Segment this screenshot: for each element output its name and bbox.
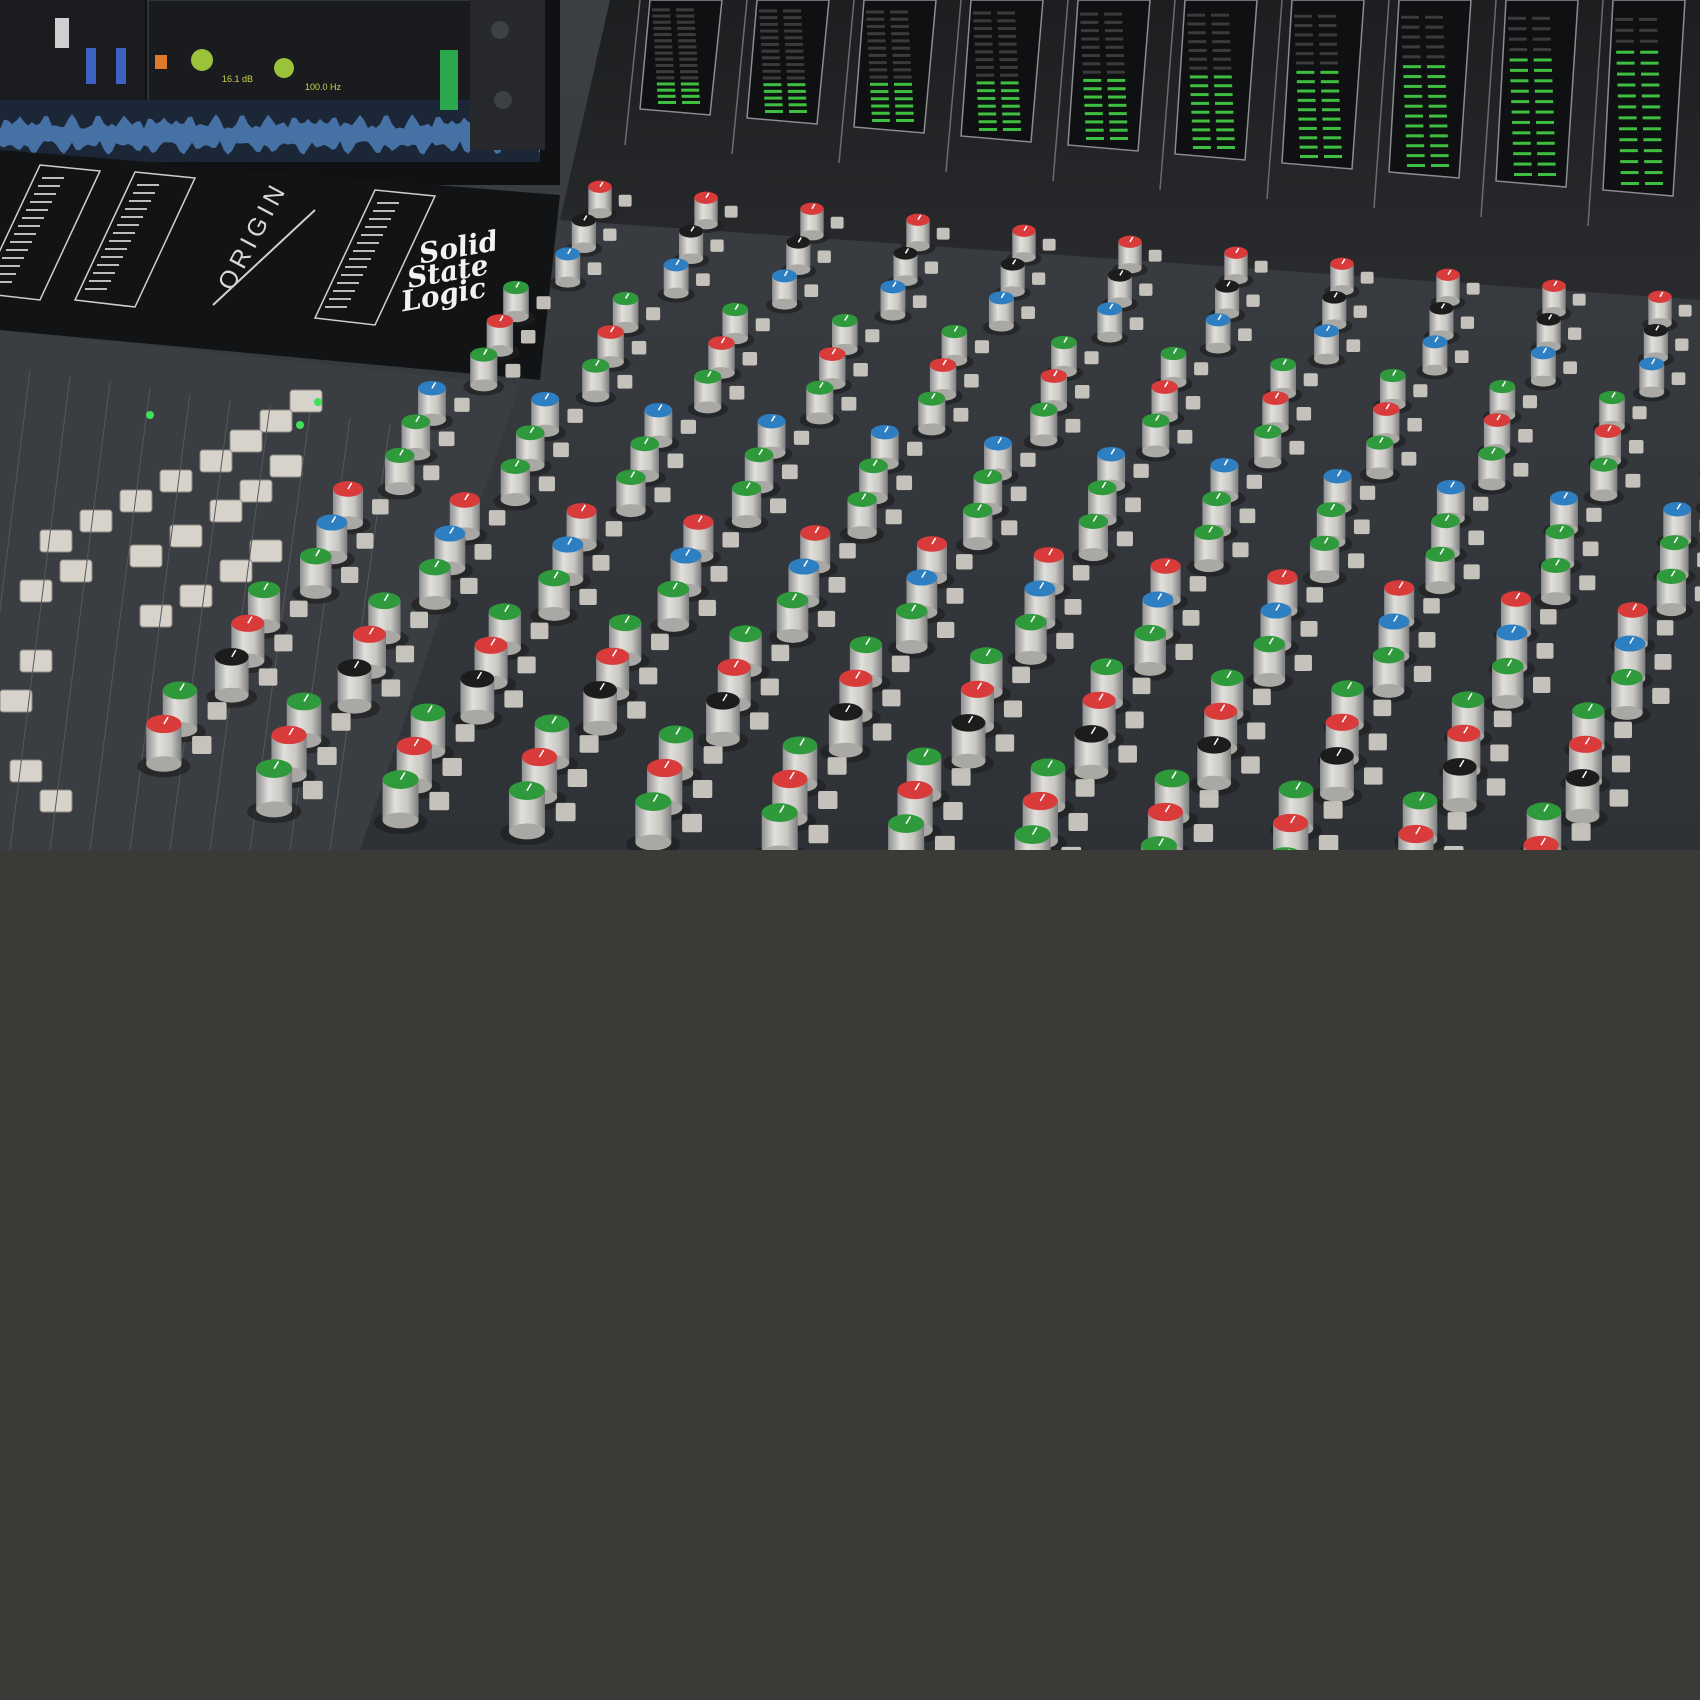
channel-meter <box>853 0 937 134</box>
channel-meter <box>1281 0 1365 170</box>
channel-meter <box>960 0 1044 143</box>
gain-readout: 16.1 dB <box>222 74 253 84</box>
channel-meter <box>1495 0 1579 188</box>
channel-meter <box>1174 0 1258 161</box>
console-illustration: 16.1 dB 100.0 Hz ORIGIN Solid State Logi… <box>0 0 1700 850</box>
channel-meter <box>1388 0 1472 179</box>
frequency-readout: 100.0 Hz <box>305 82 342 92</box>
channel-meter <box>1602 0 1686 197</box>
empty-background-area <box>0 850 1700 1700</box>
channel-meter <box>746 0 830 125</box>
channel-meter <box>1067 0 1151 152</box>
channel-meter <box>639 0 723 116</box>
console-photo: 16.1 dB 100.0 Hz ORIGIN Solid State Logi… <box>0 0 1700 850</box>
page: 16.1 dB 100.0 Hz ORIGIN Solid State Logi… <box>0 0 1700 1700</box>
